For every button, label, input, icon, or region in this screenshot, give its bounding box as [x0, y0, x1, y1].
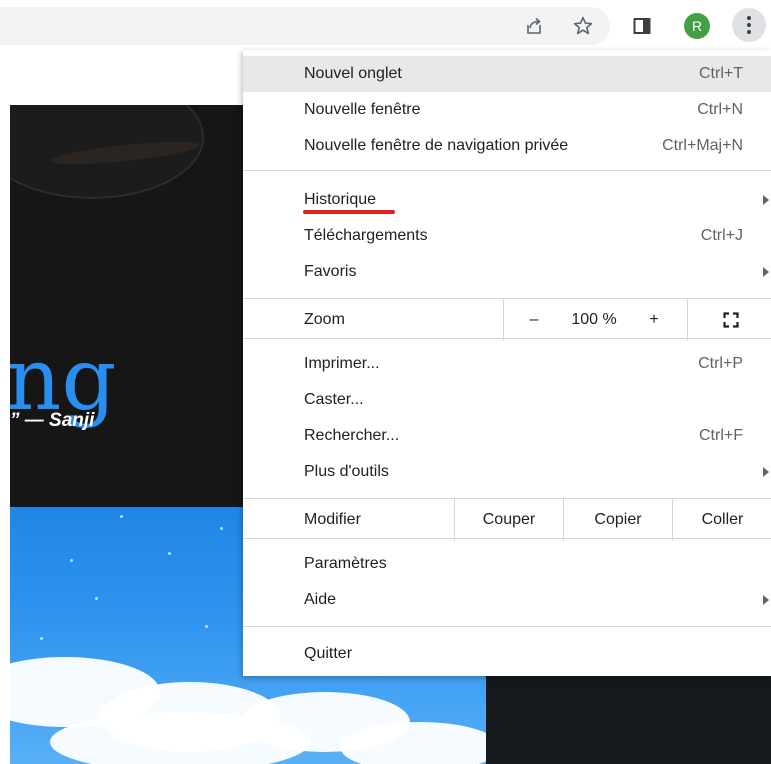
- menu-item-shortcut: Ctrl+Maj+N: [662, 137, 743, 154]
- menu-item-quit[interactable]: Quitter: [243, 636, 771, 672]
- menu-separator: [243, 538, 771, 539]
- menu-item-shortcut: Ctrl+T: [699, 65, 743, 82]
- menu-item-label: Rechercher...: [304, 427, 400, 444]
- menu-item-label: Imprimer...: [304, 355, 380, 372]
- copy-button[interactable]: Copier: [563, 499, 672, 541]
- star-icon[interactable]: [567, 10, 599, 42]
- menu-separator: [243, 170, 771, 171]
- edit-label: Modifier: [304, 511, 361, 528]
- profile-button[interactable]: R: [681, 10, 713, 42]
- menu-item-incognito[interactable]: Nouvelle fenêtre de navigation privée Ct…: [243, 128, 771, 164]
- fullscreen-icon: [722, 312, 739, 328]
- menu-item-label: Quitter: [304, 645, 353, 662]
- zoom-controls: – 100 % +: [503, 299, 771, 341]
- menu-item-cast[interactable]: Caster...: [243, 382, 771, 418]
- share-icon[interactable]: [518, 10, 550, 42]
- menu-item-label: Nouvel onglet: [304, 65, 402, 82]
- fullscreen-button[interactable]: [687, 299, 771, 341]
- menu-item-downloads[interactable]: Téléchargements Ctrl+J: [243, 218, 771, 254]
- submenu-arrow-icon: [763, 267, 769, 277]
- menu-item-label: Nouvelle fenêtre: [304, 101, 421, 118]
- history-highlight-underline: [303, 210, 395, 214]
- menu-item-label: Plus d'outils: [304, 463, 389, 480]
- page-dark-area: [486, 675, 771, 764]
- menu-item-settings[interactable]: Paramètres: [243, 546, 771, 582]
- browser-toolbar: R: [0, 0, 771, 52]
- menu-item-print[interactable]: Imprimer... Ctrl+P: [243, 346, 771, 382]
- menu-item-label: Caster...: [304, 391, 364, 408]
- menu-edit-row: Modifier Couper Copier Coller: [243, 499, 771, 541]
- avatar: R: [684, 13, 710, 39]
- menu-item-more-tools[interactable]: Plus d'outils: [243, 454, 771, 490]
- menu-item-shortcut: Ctrl+N: [697, 101, 743, 118]
- more-vert-icon[interactable]: [732, 8, 766, 42]
- hero-quote: ” — Sanji: [10, 410, 95, 431]
- cut-button[interactable]: Couper: [454, 499, 563, 541]
- submenu-arrow-icon: [763, 467, 769, 477]
- side-panel-icon[interactable]: [626, 10, 658, 42]
- hero-banner: ng: [10, 105, 244, 507]
- submenu-arrow-icon: [763, 595, 769, 605]
- menu-item-label: Paramètres: [304, 555, 387, 572]
- menu-item-find[interactable]: Rechercher... Ctrl+F: [243, 418, 771, 454]
- menu-item-new-tab[interactable]: Nouvel onglet Ctrl+T: [243, 56, 771, 92]
- menu-item-shortcut: Ctrl+P: [698, 355, 743, 372]
- chrome-menu: Nouvel onglet Ctrl+T Nouvelle fenêtre Ct…: [243, 50, 771, 676]
- menu-item-new-window[interactable]: Nouvelle fenêtre Ctrl+N: [243, 92, 771, 128]
- menu-item-shortcut: Ctrl+F: [699, 427, 743, 444]
- zoom-out-button[interactable]: –: [514, 299, 554, 341]
- menu-separator: [243, 626, 771, 627]
- paste-button[interactable]: Coller: [672, 499, 771, 541]
- menu-item-shortcut: Ctrl+J: [700, 227, 743, 244]
- menu-item-help[interactable]: Aide: [243, 582, 771, 618]
- zoom-in-button[interactable]: +: [634, 299, 674, 341]
- menu-separator: [243, 338, 771, 339]
- menu-item-label: Favoris: [304, 263, 357, 280]
- zoom-label: Zoom: [304, 311, 345, 328]
- menu-item-bookmarks[interactable]: Favoris: [243, 254, 771, 290]
- menu-zoom-row: Zoom – 100 % +: [243, 299, 771, 341]
- menu-item-label: Téléchargements: [304, 227, 428, 244]
- zoom-value: 100 %: [571, 311, 617, 328]
- menu-item-label: Aide: [304, 591, 337, 608]
- submenu-arrow-icon: [763, 195, 769, 205]
- menu-item-label: Nouvelle fenêtre de navigation privée: [304, 137, 569, 154]
